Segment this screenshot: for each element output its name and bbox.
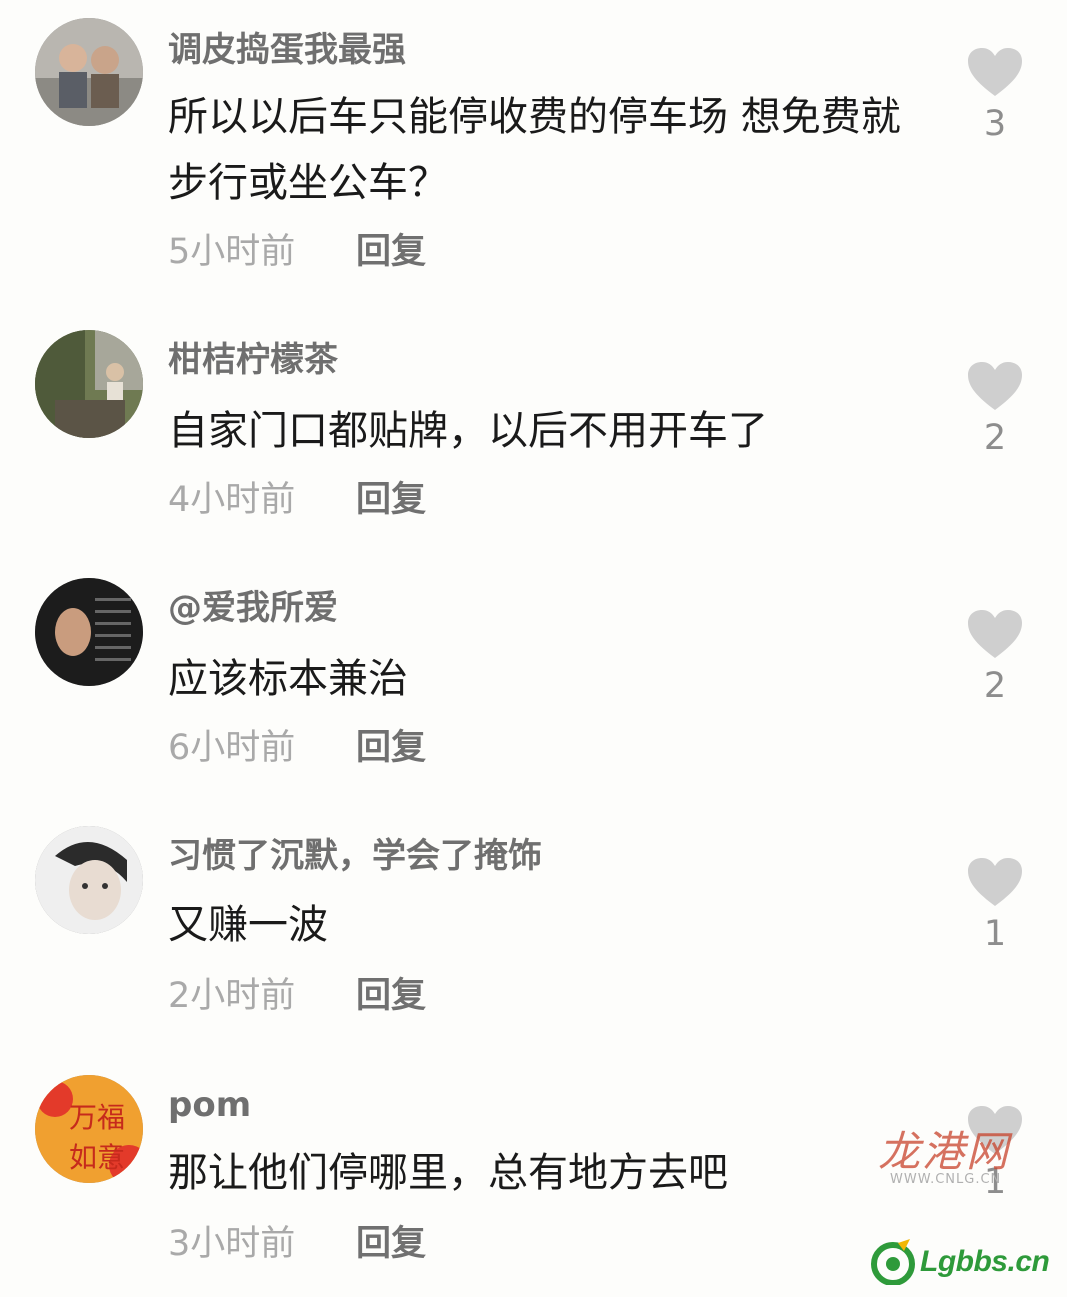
avatar-photo-icon: 万福 如意 bbox=[35, 1075, 143, 1183]
reply-button[interactable]: 回复 bbox=[356, 974, 426, 1018]
reply-button[interactable]: 回复 bbox=[356, 1222, 426, 1266]
like-button[interactable]: 1 bbox=[965, 856, 1025, 956]
avatar-photo-icon bbox=[35, 18, 143, 126]
user-avatar[interactable]: 万福 如意 bbox=[35, 1075, 143, 1183]
comment-text: 应该标本兼治 bbox=[168, 656, 408, 702]
user-avatar[interactable] bbox=[35, 330, 143, 438]
heart-icon bbox=[968, 610, 1022, 658]
comment-timestamp: 2小时前 bbox=[168, 976, 296, 1016]
like-button[interactable]: 2 bbox=[965, 608, 1025, 708]
watermark-url: WWW.CNLG.CN bbox=[890, 1172, 1002, 1187]
comment-text: 自家门口都贴牌，以后不用开车了 bbox=[168, 408, 768, 454]
avatar-photo-icon bbox=[35, 330, 143, 438]
comment-username[interactable]: 习惯了沉默，学会了掩饰 bbox=[168, 834, 542, 878]
comment-username[interactable]: 柑桔柠檬茶 bbox=[168, 338, 338, 382]
reply-button[interactable]: 回复 bbox=[356, 230, 426, 274]
heart-icon bbox=[968, 48, 1022, 96]
lgbbs-logo-icon bbox=[871, 1239, 915, 1285]
comment-text: 所以以后车只能停收费的停车场 想免费就步行或坐公车？ bbox=[168, 94, 901, 206]
comment-username[interactable]: pom bbox=[168, 1083, 251, 1127]
like-count: 2 bbox=[983, 418, 1007, 458]
like-count: 2 bbox=[983, 666, 1007, 706]
comment-text: 又赚一波 bbox=[168, 902, 328, 948]
avatar-photo-icon bbox=[35, 826, 143, 934]
avatar-text: 如意 bbox=[69, 1141, 125, 1174]
watermark-logo-text: 龙港网 bbox=[878, 1127, 1011, 1176]
like-button[interactable]: 3 bbox=[965, 46, 1025, 146]
heart-icon bbox=[968, 858, 1022, 906]
like-button[interactable]: 2 bbox=[965, 360, 1025, 460]
comment-username[interactable]: @爱我所爱 bbox=[168, 586, 338, 630]
comment-timestamp: 6小时前 bbox=[168, 728, 296, 768]
user-avatar[interactable] bbox=[35, 18, 143, 126]
heart-icon bbox=[968, 362, 1022, 410]
lgbbs-text: Lgbbs.cn bbox=[920, 1245, 1050, 1278]
comment-text: 那让他们停哪里，总有地方去吧 bbox=[168, 1150, 728, 1196]
avatar-photo-icon bbox=[35, 578, 143, 686]
comment-timestamp: 4小时前 bbox=[168, 480, 296, 520]
comment-timestamp: 3小时前 bbox=[168, 1224, 296, 1264]
like-count: 3 bbox=[983, 104, 1007, 144]
comment-timestamp: 5小时前 bbox=[168, 232, 296, 272]
reply-button[interactable]: 回复 bbox=[356, 478, 426, 522]
like-count: 1 bbox=[983, 914, 1007, 954]
user-avatar[interactable] bbox=[35, 578, 143, 686]
user-avatar[interactable] bbox=[35, 826, 143, 934]
comment-username[interactable]: 调皮捣蛋我最强 bbox=[168, 28, 406, 72]
reply-button[interactable]: 回复 bbox=[356, 726, 426, 770]
lgbbs-watermark: Lgbbs.cn bbox=[870, 1232, 1050, 1292]
avatar-text: 万福 bbox=[69, 1101, 125, 1134]
